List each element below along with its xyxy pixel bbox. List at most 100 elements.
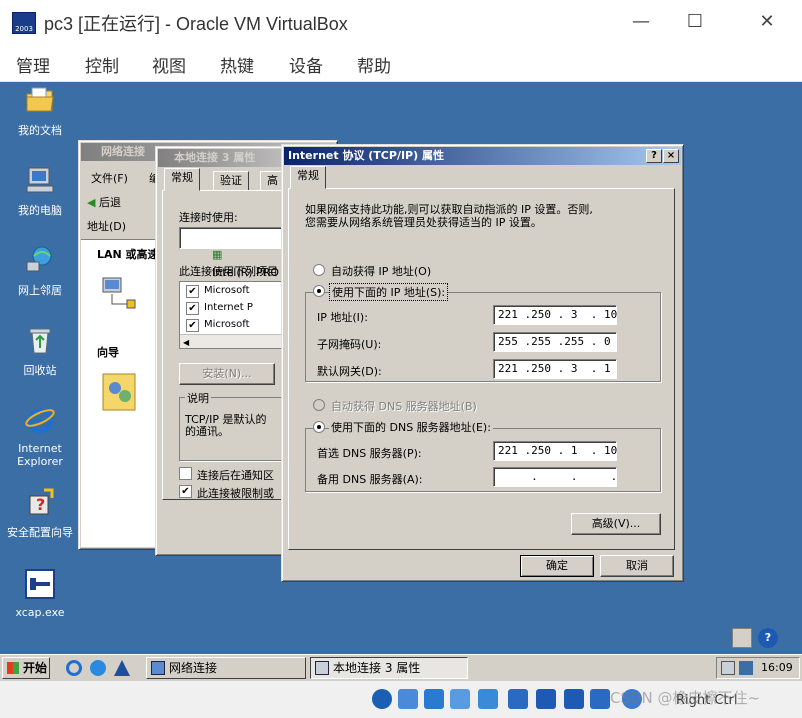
menu-help[interactable]: 帮助 [357,52,391,77]
clock[interactable]: 16:09 [761,661,793,674]
usb-icon[interactable] [478,689,498,709]
component-item-1[interactable]: Microsoft [204,285,250,296]
tcpip-title: Internet 协议 (TCP/IP) 属性 [288,149,444,162]
back-arrow-icon: ◀ [87,196,96,209]
taskbar-network-connections[interactable]: 网络连接 [146,657,306,679]
items-label: 此连接使用下列项目 [179,265,278,278]
guest-desktop: 我的文档 我的电脑 网上邻居 回收站 Internet Explorer ? 安… [0,82,802,654]
connect-using-label: 连接时使用: [179,211,238,224]
dialog-close-button[interactable]: × [663,149,679,163]
vm-network-status-icon[interactable] [732,628,752,648]
guest-taskbar: 开始 网络连接 本地连接 3 属性 16:09 [0,654,802,680]
network-connections-title: 网络连接 [101,145,145,158]
shared-folders-icon[interactable] [508,689,528,709]
help-button[interactable]: ? [646,149,662,163]
quicklaunch-explorer-icon[interactable] [90,660,106,676]
virtualbox-app-icon: 2003 [12,12,36,34]
folder-documents-icon [26,87,54,112]
menu-view[interactable]: 视图 [152,52,186,77]
close-button[interactable]: ✕ [744,8,790,36]
menu-manage[interactable]: 管理 [16,52,50,77]
local-general-pane: 连接时使用: ▦ Intel(R) PRO 此连接使用下列项目 ✔ Micros… [162,190,299,500]
menu-control[interactable]: 控制 [85,52,119,77]
help-circle-icon[interactable]: ? [758,628,778,648]
desktop-icon-recycle-bin[interactable]: 回收站 [0,324,80,378]
menu-devices[interactable]: 设备 [289,52,323,77]
scroll-left-icon: ◀ [183,338,190,347]
desktop-icon-my-documents[interactable]: 我的文档 [0,84,80,138]
tcpip-titlebar[interactable]: Internet 协议 (TCP/IP) 属性 [284,147,681,165]
ip-address-input[interactable]: 221 .250 . 3 . 10 [493,305,617,325]
tab-general[interactable]: 常规 [164,168,200,191]
manual-ip-radio[interactable] [313,285,325,297]
recording-icon[interactable] [564,689,584,709]
security-wizard-icon: ? [29,488,54,515]
ok-button[interactable]: 确定 [520,555,594,577]
subnet-mask-label: 子网掩码(U): [317,338,382,351]
notify-limited-checkbox[interactable]: ✔ [179,485,192,498]
tab-authentication[interactable]: 验证 [213,171,249,191]
subnet-mask-input[interactable]: 255 .255 .255 . 0 [493,332,617,352]
desktop-icon-network-places[interactable]: 网上邻居 [0,244,80,298]
display-icon[interactable] [536,689,556,709]
show-icon-checkbox[interactable] [179,467,192,480]
address-label: 地址(D) [87,220,127,233]
ip-address-label: IP 地址(I): [317,311,368,324]
manual-ip-label: 使用下面的 IP 地址(S): [329,283,449,301]
cancel-button[interactable]: 取消 [600,555,674,577]
gateway-input[interactable]: 221 .250 . 3 . 1 [493,359,617,379]
network-places-icon [26,246,52,272]
connections-list-pane: LAN 或高速 向导 [81,239,161,547]
tab-general[interactable]: 常规 [290,166,326,189]
wizard-section-header: 向导 [97,346,119,359]
component-checkbox-1[interactable]: ✔ [186,285,199,298]
menu-hotkeys[interactable]: 热键 [220,52,254,77]
tray-network-icon[interactable] [721,661,735,675]
show-icon-label: 连接后在通知区 [197,469,274,482]
network-folder-icon [151,661,165,675]
new-connection-wizard-icon[interactable] [99,370,139,414]
component-item-2[interactable]: Internet P [204,302,253,313]
desktop-icon-security-wizard[interactable]: ? 安全配置向导 [0,486,80,540]
start-button[interactable]: 开始 [2,657,50,679]
notify-limited-label: 此连接被限制或 [197,487,274,500]
advanced-button[interactable]: 高级(V)... [571,513,661,535]
menu-file[interactable]: 文件(F) [91,170,128,186]
internet-explorer-icon [25,408,55,434]
system-tray: 16:09 [716,657,800,679]
auto-dns-label: 自动获得 DNS 服务器地址(B) [331,400,477,413]
optical-drive-icon[interactable] [398,689,418,709]
audio-icon[interactable] [424,689,444,709]
install-button[interactable]: 安装(N)... [179,363,275,385]
preferred-dns-label: 首选 DNS 服务器(P): [317,447,422,460]
auto-ip-label: 自动获得 IP 地址(O) [331,265,432,278]
preferred-dns-input[interactable]: 221 .250 . 1 . 10 [493,441,617,461]
desktop-icon-my-computer[interactable]: 我的电脑 [0,164,80,218]
minimize-button[interactable]: — [618,8,664,36]
host-window-title: pc3 [正在运行] - Oracle VM VirtualBox [44,14,348,34]
desktop-icon-internet-explorer[interactable]: Internet Explorer [0,404,80,468]
cpu-icon[interactable] [590,689,610,709]
quicklaunch-app-icon[interactable] [114,660,130,676]
gateway-label: 默认网关(D): [317,365,382,378]
local-properties-titlebar[interactable]: 本地连接 3 属性 [158,149,292,167]
component-checkbox-2[interactable]: ✔ [186,302,199,315]
desktop-icon-xcap[interactable]: xcap.exe [0,568,80,619]
auto-dns-radio[interactable] [313,399,325,411]
recycle-bin-icon [29,328,51,354]
local-connection-icon [315,661,329,675]
auto-ip-radio[interactable] [313,264,325,276]
alternate-dns-input[interactable]: . . . [493,467,617,487]
tray-security-icon[interactable] [739,661,753,675]
maximize-button[interactable]: ☐ [672,8,718,36]
hdd-activity-icon[interactable] [372,689,392,709]
host-status-bar: Right Ctrl CSDN @橡皮擦不住~ [0,680,802,718]
lan-connection-icon[interactable] [99,272,139,312]
component-checkbox-3[interactable]: ✔ [186,319,199,332]
quicklaunch-ie-icon[interactable] [66,660,82,676]
manual-dns-radio[interactable] [313,421,325,433]
back-button[interactable]: ◀ 后退 [87,194,121,210]
network-adapter-status-icon[interactable] [450,689,470,709]
component-item-3[interactable]: Microsoft [204,319,250,330]
taskbar-local-connection-properties[interactable]: 本地连接 3 属性 [310,657,468,679]
